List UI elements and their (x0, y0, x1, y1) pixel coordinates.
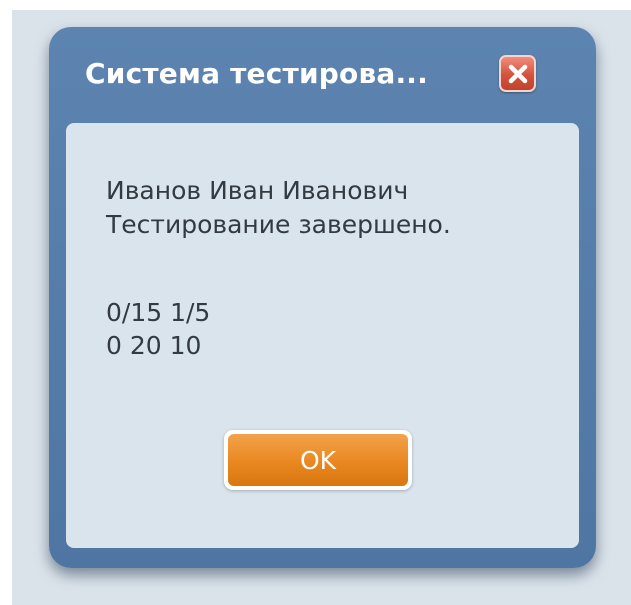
dialog-content: Иванов Иван Иванович Тестирование заверш… (66, 123, 579, 548)
student-name: Иванов Иван Иванович (106, 176, 409, 205)
ok-button[interactable]: OK (224, 430, 412, 490)
status-message: Тестирование завершено. (106, 210, 451, 239)
close-button[interactable] (499, 55, 536, 92)
close-icon (508, 64, 527, 83)
dialog-title: Система тестирова... (85, 57, 428, 90)
score-line-1: 0/15 1/5 (106, 298, 211, 327)
ok-button-face[interactable]: OK (228, 434, 408, 486)
message-dialog: Система тестирова... Иванов Иван Иванови… (49, 27, 596, 568)
score-line-2: 0 20 10 (106, 331, 202, 360)
ok-button-label: OK (299, 445, 337, 475)
dialog-titlebar[interactable]: Система тестирова... (49, 27, 596, 119)
